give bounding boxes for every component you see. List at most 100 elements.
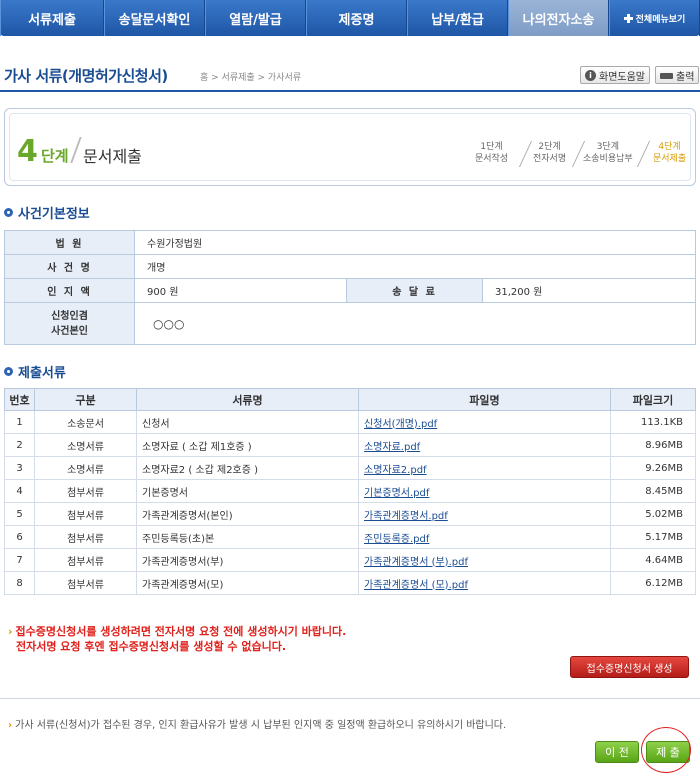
row-category: 첨부서류 [34,525,137,549]
row-file-name: 주민등록증.pdf [358,525,611,549]
row-file-name: 가족관계증명서 (부).pdf [358,548,611,572]
court-value: 수원가정법원 [134,230,696,255]
refund-notice-text: 가사 서류(신청서)가 접수된 경우, 인지 환급사유가 발생 시 납부된 인지… [15,720,507,731]
file-link[interactable]: 소명자료2.pdf [364,465,427,476]
row-category: 소송문서 [34,410,137,434]
nav-item-payment-refund[interactable]: 납부/환급 [407,0,508,36]
row-file-size: 5.17MB [610,525,696,549]
row-doc-name: 가족관계증명서(모) [136,571,359,595]
row-file-name: 소명자료2.pdf [358,456,611,480]
all-menu-button[interactable]: 전체메뉴보기 [609,0,700,36]
current-step-number: 4 [17,134,38,169]
applicant-label-line2: 사건본인 [51,325,88,337]
page-title: 가사 서류(개명허가신청서) [4,67,168,85]
step-1: 1단계 문서작성 [475,141,508,165]
step-3: 3단계 소송비용납부 [583,141,633,165]
row-number: 7 [4,548,35,572]
row-number: 4 [4,479,35,503]
arrow-icon: › [8,625,13,638]
row-number: 5 [4,502,35,526]
row-file-name: 가족관계증명서 (모).pdf [358,571,611,595]
row-doc-name: 가족관계증명서(부) [136,548,359,572]
documents-heading: 제출서류 [4,362,66,381]
case-name-label: 사 건 명 [4,254,135,279]
row-file-size: 9.26MB [610,456,696,480]
printer-icon [660,69,673,83]
nav-item-view-issue[interactable]: 열람/발급 [205,0,306,36]
bullet-icon [4,367,13,376]
table-row: 7 첨부서류 가족관계증명서(부) 가족관계증명서 (부).pdf 4.64MB [4,548,696,572]
row-number: 1 [4,410,35,434]
step-4: 4단계 문서제출 [653,141,686,165]
file-link[interactable]: 가족관계증명서 (모).pdf [364,580,468,591]
service-fee-value: 31,200 원 [482,278,696,303]
step-1-name: 문서작성 [475,154,509,164]
plus-icon [623,13,633,23]
row-doc-name: 소명자료2 ( 소갑 제2호증 ) [136,456,359,480]
step-indicator: 4 단계 문서제출 1단계 문서작성 2단계 전자서명 3단계 소송비용납부 4… [4,108,696,186]
row-category: 소명서류 [34,433,137,457]
bullet-icon [4,208,13,217]
row-category: 첨부서류 [34,502,137,526]
row-number: 6 [4,525,35,549]
table-row: 6 첨부서류 주민등록등(초)본 주민등록증.pdf 5.17MB [4,525,696,549]
screen-help-label: 화면도움말 [599,71,645,83]
warning-line1: › 접수증명신청서를 생성하려면 전자서명 요청 전에 생성하시기 바랍니다. [8,624,346,639]
applicant-label-line1: 신청인겸 [51,310,88,322]
bottom-divider [0,698,700,699]
file-link[interactable]: 가족관계증명서 (부).pdf [364,557,468,568]
row-doc-name: 가족관계증명서(본인) [136,502,359,526]
row-doc-name: 기본증명서 [136,479,359,503]
file-link[interactable]: 신청서(개명).pdf [364,419,437,430]
file-link[interactable]: 기본증명서.pdf [364,488,429,499]
receipt-warning: › 접수증명신청서를 생성하려면 전자서명 요청 전에 생성하시기 바랍니다. 전… [8,624,346,654]
table-row: 2 소명서류 소명자료 ( 소갑 제1호증 ) 소명자료.pdf 8.96MB [4,433,696,457]
step-4-name: 문서제출 [653,154,687,164]
row-number: 3 [4,456,35,480]
file-link[interactable]: 가족관계증명서.pdf [364,511,448,522]
row-number: 2 [4,433,35,457]
row-doc-name: 주민등록등(초)본 [136,525,359,549]
row-category: 첨부서류 [34,571,137,595]
table-row: 1 소송문서 신청서 신청서(개명).pdf 113.1KB [4,410,696,434]
row-number: 8 [4,571,35,595]
row-file-name: 신청서(개명).pdf [358,410,611,434]
row-file-size: 4.64MB [610,548,696,572]
col-number: 번호 [4,388,35,411]
nav-item-document-submit[interactable]: 서류제출 [0,0,104,36]
warning-line1-text: 접수증명신청서를 생성하려면 전자서명 요청 전에 생성하시기 바랍니다. [15,625,347,638]
prev-button[interactable]: 이 전 [595,741,639,763]
case-info-heading: 사건기본정보 [4,203,90,222]
col-doc-name: 서류명 [136,388,359,411]
row-file-size: 6.12MB [610,571,696,595]
table-row: 4 첨부서류 기본증명서 기본증명서.pdf 8.45MB [4,479,696,503]
stamp-fee-value: 900 원 [134,278,347,303]
info-icon: i [585,69,596,81]
nav-item-my-litigation[interactable]: 나의전자소송 [508,0,609,36]
col-file-name: 파일명 [358,388,611,411]
top-nav: 서류제출 송달문서확인 열람/발급 제증명 납부/환급 나의전자소송 전체메뉴보… [0,0,700,36]
row-doc-name: 소명자료 ( 소갑 제1호증 ) [136,433,359,457]
print-label: 출력 [676,71,695,83]
current-step-unit: 단계 [41,147,69,165]
refund-notice: › 가사 서류(신청서)가 접수된 경우, 인지 환급사유가 발생 시 납부된 인… [8,716,506,731]
applicant-label: 신청인겸 사건본인 [4,302,135,345]
all-menu-label: 전체메뉴보기 [635,14,686,25]
row-file-name: 소명자료.pdf [358,433,611,457]
nav-item-delivery-check[interactable]: 송달문서확인 [104,0,205,36]
file-link[interactable]: 소명자료.pdf [364,442,420,453]
arrow-icon: › [8,720,13,731]
col-file-size: 파일크기 [610,388,696,411]
screen-help-button[interactable]: i 화면도움말 [580,66,650,84]
row-file-name: 기본증명서.pdf [358,479,611,503]
create-receipt-request-button[interactable]: 접수증명신청서 생성 [570,656,689,678]
file-link[interactable]: 주민등록증.pdf [364,534,429,545]
nav-item-certificate[interactable]: 제증명 [306,0,407,36]
service-fee-label: 송 달 료 [346,278,483,303]
print-button[interactable]: 출력 [655,66,700,84]
row-file-size: 113.1KB [610,410,696,434]
step-2-no: 2단계 [538,142,561,152]
warning-line2: 전자서명 요청 후엔 접수증명신청서를 생성할 수 없습니다. [16,640,287,653]
current-step-title: 문서제출 [83,147,142,166]
stamp-fee-label: 인 지 액 [4,278,135,303]
